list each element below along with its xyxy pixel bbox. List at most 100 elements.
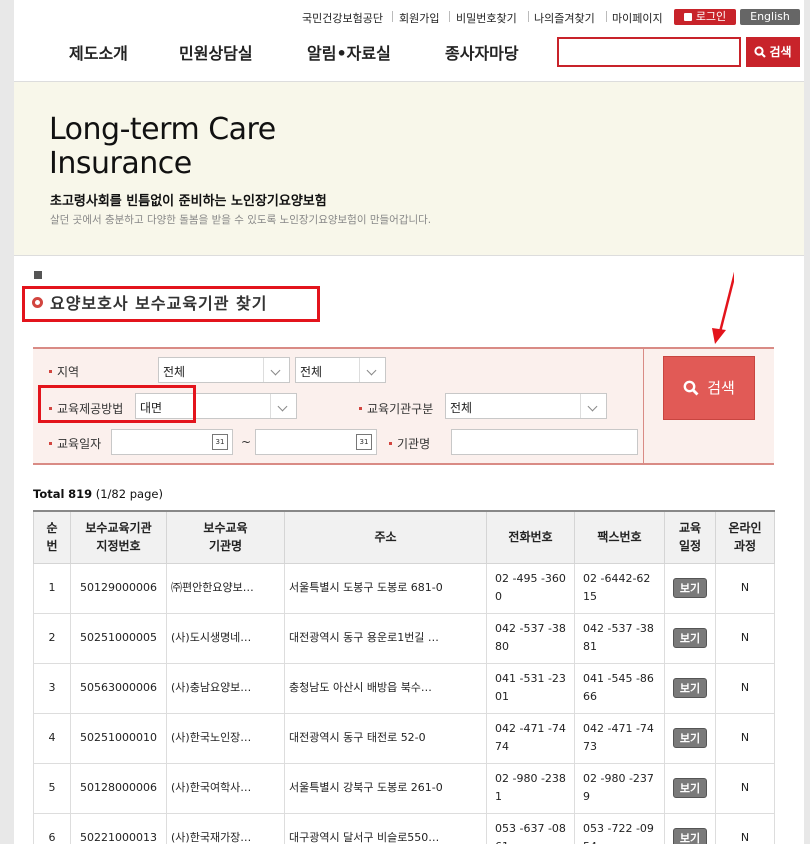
- search-button[interactable]: 검색: [663, 356, 755, 420]
- col-header-text: 팩스번호: [597, 530, 642, 545]
- login-label: 로그인: [695, 10, 727, 23]
- row-address: 대구광역시 달서구 비슬로550…: [284, 812, 487, 844]
- col-header-online: 온라인 과정: [715, 510, 775, 564]
- table-row: 4 50251000010 (사)한국노인장… 대전광역시 동구 태전로 52-0 04…: [33, 712, 775, 764]
- table-row: 6 50221000013 (사)한국재가장… 대구광역시 달서구 비슬로550… 05…: [33, 812, 775, 844]
- util-link-find-password[interactable]: 비밀번호찾기: [456, 10, 517, 26]
- util-link-signup[interactable]: 회원가입: [399, 10, 439, 26]
- region-select[interactable]: 전체: [158, 357, 290, 383]
- top-search-button[interactable]: 검색: [746, 37, 800, 67]
- row-online: N: [715, 712, 775, 764]
- col-header-text: 순 번: [46, 521, 58, 554]
- search-icon: [683, 380, 699, 396]
- table-row: 5 50128000006 (사)한국여학사… 서울특별시 강북구 도봉로 261-0…: [33, 762, 775, 814]
- gnb-item-civil-service[interactable]: 민원상담실: [179, 40, 253, 64]
- row-org-name: ㈜편안한요양보…: [166, 562, 285, 614]
- row-org-name: (사)도시생명네…: [166, 612, 285, 664]
- view-schedule-button[interactable]: 보기: [673, 628, 707, 648]
- view-schedule-button[interactable]: 보기: [673, 678, 707, 698]
- calendar-icon[interactable]: 31: [356, 434, 372, 450]
- row-tel: 02 -495 -3600: [486, 562, 575, 614]
- hero-subtitle: 초고령사회를 빈틈없이 준비하는 노인장기요양보험: [50, 194, 327, 209]
- row-schedule: 보기: [664, 612, 716, 664]
- row-online: N: [715, 612, 775, 664]
- table-row: 3 50563000006 (사)충남요양보… 충청남도 아산시 배방읍 북수… 041…: [33, 662, 775, 714]
- row-code: 50251000005: [70, 612, 167, 664]
- chevron-down-icon: [270, 394, 296, 418]
- search-button-label: 검색: [707, 379, 735, 397]
- date-range-tilde: ~: [241, 435, 252, 449]
- top-search-input[interactable]: [559, 39, 739, 65]
- org-type-label: 교육기관구분: [359, 400, 433, 417]
- row-schedule: 보기: [664, 762, 716, 814]
- view-schedule-button[interactable]: 보기: [673, 728, 707, 748]
- row-address: 서울특별시 강북구 도봉로 261-0: [284, 762, 487, 814]
- gnb-item-system-intro[interactable]: 제도소개: [69, 40, 128, 64]
- row-online: N: [715, 812, 775, 844]
- english-button[interactable]: English: [740, 9, 800, 25]
- hero-description: 살던 곳에서 충분하고 다양한 돌봄을 받을 수 있도록 노인장기요양보험이 만…: [50, 214, 432, 226]
- row-schedule: 보기: [664, 812, 716, 844]
- row-tel: 042 -537 -3880: [486, 612, 575, 664]
- table-row: 2 50251000005 (사)도시생명네… 대전광역시 동구 용운로1번길 … 04…: [33, 612, 775, 664]
- col-header-tel: 전화번호: [486, 510, 575, 564]
- row-no: 1: [33, 562, 71, 614]
- col-header-text: 보수교육기관 지정번호: [85, 521, 152, 554]
- row-tel: 02 -980 -2381: [486, 762, 575, 814]
- table-row: 1 50129000006 ㈜편안한요양보… 서울특별시 도봉구 도봉로 681-0 0…: [33, 562, 775, 614]
- calendar-icon[interactable]: 31: [212, 434, 228, 450]
- end-date-field[interactable]: 31: [255, 429, 377, 455]
- results-table-body: 1 50129000006 ㈜편안한요양보… 서울특별시 도봉구 도봉로 681-0 0…: [33, 562, 775, 844]
- row-fax: 053 -722 -0954: [574, 812, 665, 844]
- divider: [606, 11, 607, 22]
- col-header-no: 순 번: [33, 510, 71, 564]
- lock-icon: [683, 13, 692, 21]
- util-link-nhis[interactable]: 국민건강보험공단: [302, 10, 383, 26]
- org-name-input[interactable]: [451, 429, 638, 455]
- divider: [528, 11, 529, 22]
- row-schedule: 보기: [664, 562, 716, 614]
- results-table: 순 번 보수교육기관 지정번호 보수교육 기관명 주소 전화번호 팩스번호 교육…: [33, 510, 775, 844]
- row-online: N: [715, 662, 775, 714]
- row-no: 3: [33, 662, 71, 714]
- utility-bar: 국민건강보험공단 회원가입 비밀번호찾기 나의즐겨찾기 마이페이지 로그인 En…: [14, 8, 804, 26]
- row-code: 50129000006: [70, 562, 167, 614]
- top-search-field[interactable]: [557, 37, 741, 67]
- hero-title-line1: Long-term Care: [49, 112, 276, 147]
- row-org-name: (사)한국재가장…: [166, 812, 285, 844]
- login-button[interactable]: 로그인: [674, 9, 736, 25]
- view-schedule-button[interactable]: 보기: [673, 778, 707, 798]
- util-link-favorites[interactable]: 나의즐겨찾기: [534, 10, 595, 26]
- row-org-name: (사)한국여학사…: [166, 762, 285, 814]
- row-address: 대전광역시 동구 태전로 52-0: [284, 712, 487, 764]
- col-header-name: 보수교육 기관명: [166, 510, 285, 564]
- row-code: 50128000006: [70, 762, 167, 814]
- row-address: 충청남도 아산시 배방읍 북수…: [284, 662, 487, 714]
- gnb-item-notice-archive[interactable]: 알림•자료실: [307, 40, 391, 64]
- row-address: 대전광역시 동구 용운로1번길 …: [284, 612, 487, 664]
- util-link-mypage[interactable]: 마이페이지: [612, 10, 663, 26]
- row-address: 서울특별시 도봉구 도봉로 681-0: [284, 562, 487, 614]
- row-no: 2: [33, 612, 71, 664]
- col-header-schedule: 교육 일정: [664, 510, 716, 564]
- col-header-text: 보수교육 기관명: [203, 521, 248, 554]
- row-online: N: [715, 562, 775, 614]
- col-header-text: 주소: [374, 530, 397, 545]
- col-header-address: 주소: [284, 510, 487, 564]
- view-schedule-button[interactable]: 보기: [673, 578, 707, 598]
- gnb-item-worker-plaza[interactable]: 종사자마당: [445, 40, 519, 64]
- view-schedule-button[interactable]: 보기: [673, 828, 707, 844]
- row-fax: 02 -6442-6215: [574, 562, 665, 614]
- org-type-select[interactable]: 전체: [445, 393, 607, 419]
- home-icon[interactable]: [34, 271, 42, 279]
- annotation-arrow-icon: [712, 271, 734, 344]
- row-org-name: (사)충남요양보…: [166, 662, 285, 714]
- row-fax: 042 -537 -3881: [574, 612, 665, 664]
- col-header-text: 전화번호: [508, 530, 553, 545]
- col-header-fax: 팩스번호: [574, 510, 665, 564]
- date-label: 교육일자: [49, 435, 101, 452]
- divider: [449, 11, 450, 22]
- search-form: 지역 전체 전체 교육제공방법 대면 교육기관구분 전체 교육일자 31 ~ 3…: [33, 347, 774, 465]
- subregion-select[interactable]: 전체: [295, 357, 386, 383]
- start-date-field[interactable]: 31: [111, 429, 233, 455]
